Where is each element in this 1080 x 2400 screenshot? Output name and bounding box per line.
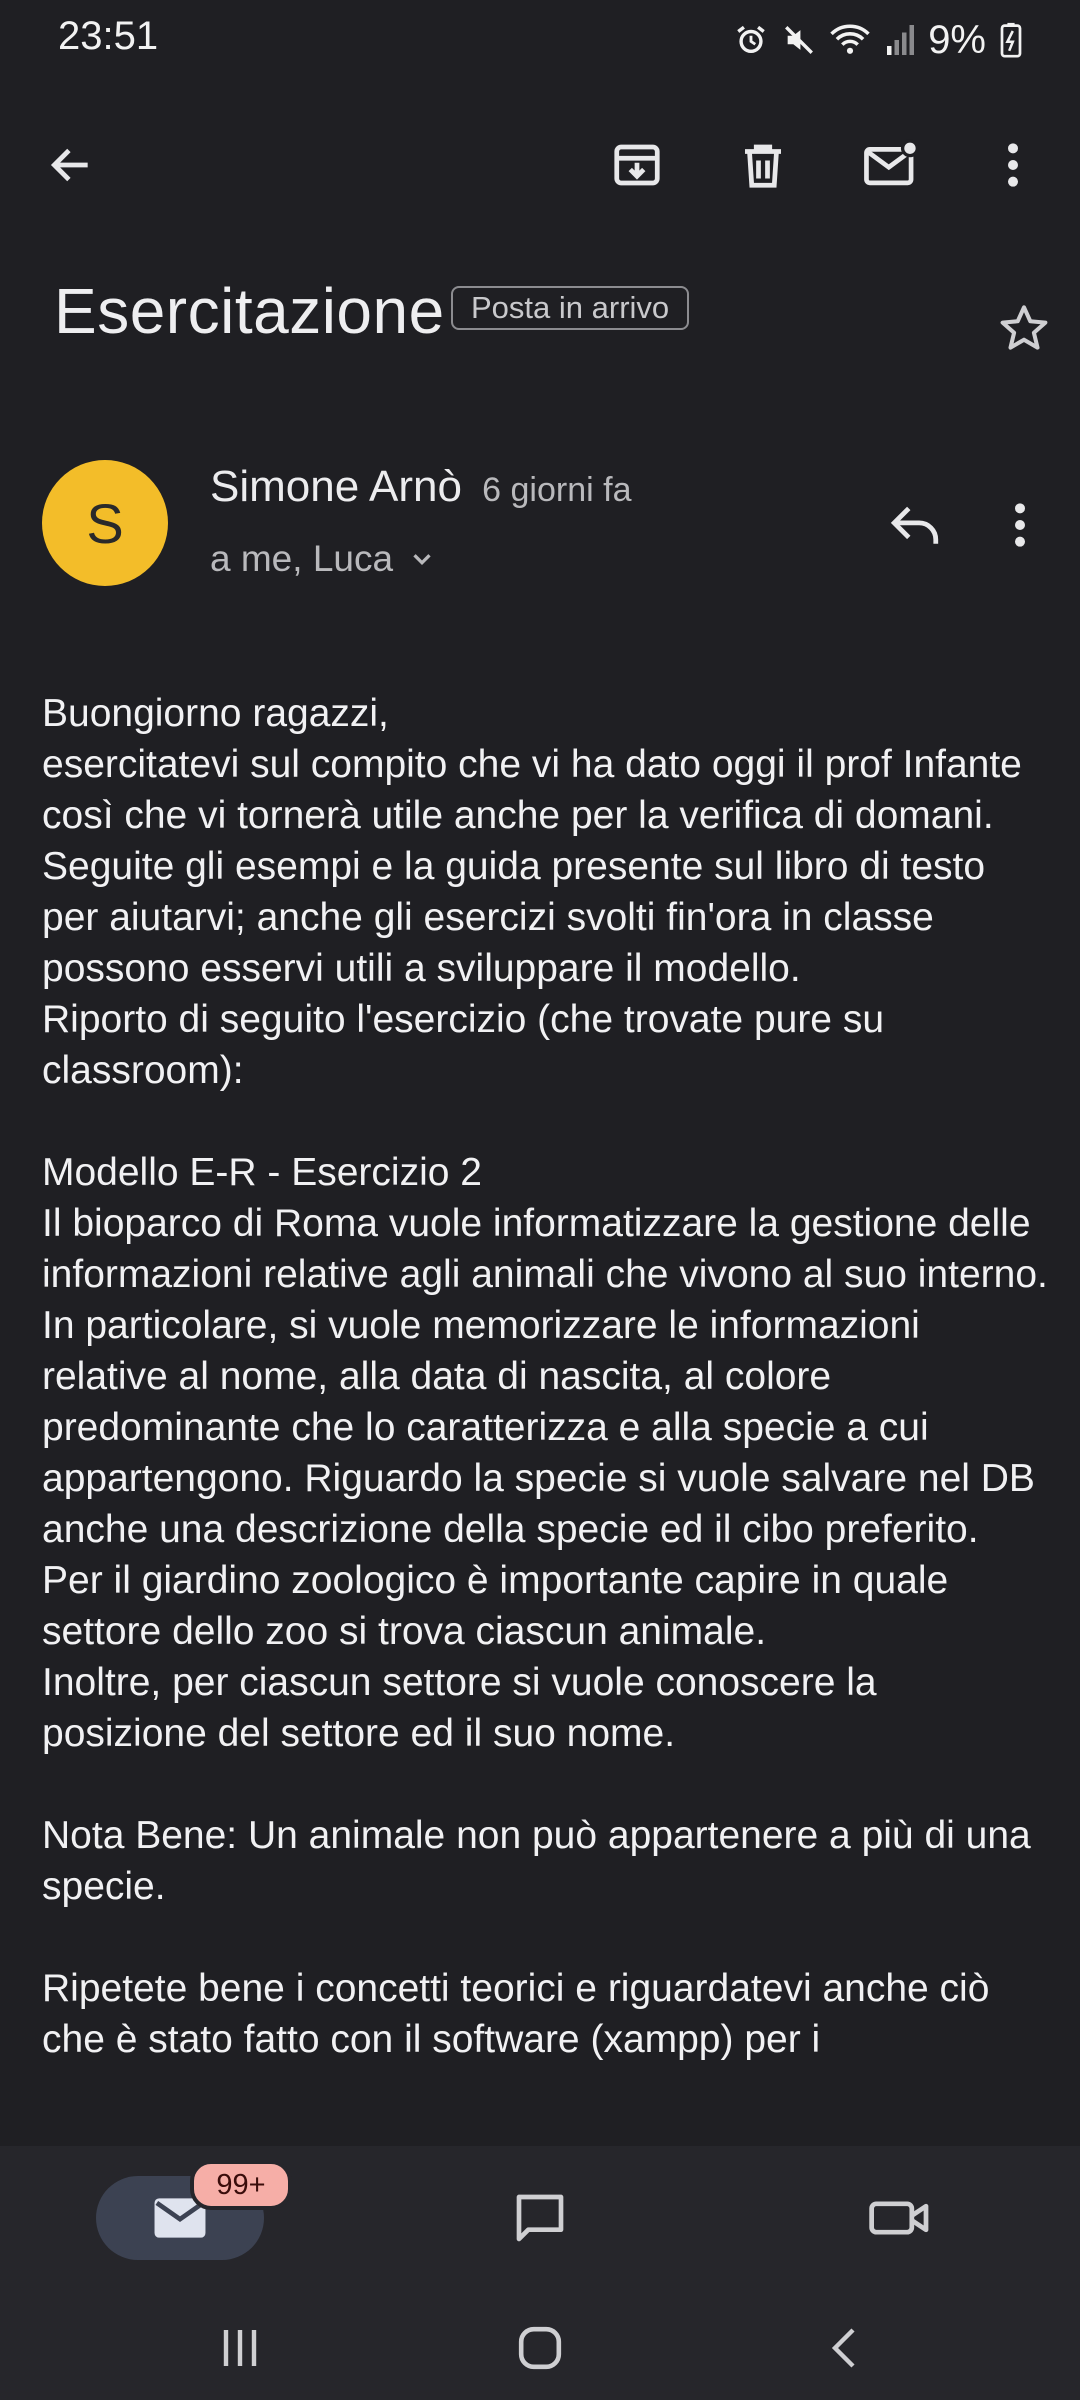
recipients-toggle[interactable]: a me, Luca	[210, 538, 437, 580]
sender-info: Simone Arnò 6 giorni fa	[210, 462, 632, 512]
recents-button[interactable]	[200, 2318, 280, 2378]
email-subject: Esercitazione	[54, 275, 445, 347]
battery-level: 9%	[928, 17, 986, 62]
body-paragraph: Seguite gli esempi e la guida presente s…	[42, 845, 986, 990]
mark-unread-button[interactable]	[846, 120, 936, 210]
archive-button[interactable]	[592, 120, 682, 210]
reply-icon	[890, 506, 939, 544]
home-icon	[518, 2326, 562, 2370]
body-paragraph: Il bioparco di Roma vuole informatizzare…	[42, 1202, 1048, 1551]
mute-icon	[782, 23, 816, 57]
star-button[interactable]	[984, 288, 1064, 368]
nav-mail-tab[interactable]: 99+	[96, 2160, 292, 2260]
unread-badge: 99+	[190, 2160, 292, 2210]
body-paragraph: Riporto di seguito l'esercizio (che trov…	[42, 998, 885, 1092]
status-icons: 9%	[734, 14, 1022, 66]
back-button[interactable]	[26, 120, 116, 210]
body-paragraph: Ripetete bene i concetti teorici e rigua…	[42, 1967, 990, 2061]
wifi-icon	[830, 23, 870, 57]
recents-icon	[223, 2330, 257, 2366]
body-paragraph: esercitatevi sul compito che vi ha dato …	[42, 743, 1022, 837]
sender-header: S Simone Arnò 6 giorni fa a me, Luca	[0, 450, 1080, 600]
body-paragraph: Buongiorno ragazzi,	[42, 692, 389, 735]
battery-icon	[1000, 22, 1022, 58]
body-paragraph: Nota Bene: Un animale non può appartener…	[42, 1814, 1031, 1908]
back-icon	[831, 2328, 855, 2368]
more-options-button[interactable]	[968, 120, 1058, 210]
chevron-down-icon	[413, 554, 431, 566]
status-time: 23:51	[58, 14, 159, 58]
bottom-navigation: 99+	[0, 2146, 1080, 2400]
delete-icon	[745, 144, 781, 188]
mark-unread-icon	[864, 139, 919, 186]
status-bar: 23:51 9%	[0, 0, 1080, 80]
body-paragraph: Modello E-R - Esercizio 2	[42, 1151, 482, 1194]
alarm-icon	[734, 23, 768, 57]
email-toolbar	[0, 100, 1080, 230]
email-body: Buongiorno ragazzi, esercitatevi sul com…	[42, 688, 1052, 2065]
signal-icon	[884, 23, 915, 57]
body-paragraph: Per il giardino zoologico è importante c…	[42, 1559, 949, 1653]
archive-icon	[614, 144, 660, 186]
back-arrow-icon	[50, 148, 88, 182]
subject-row: Esercitazione Posta in arrivo	[54, 268, 1048, 378]
reply-button[interactable]	[870, 480, 960, 570]
meet-icon	[869, 2201, 929, 2235]
inbox-label-chip[interactable]: Posta in arrivo	[451, 286, 690, 330]
system-back-button[interactable]	[805, 2318, 885, 2378]
chat-icon	[516, 2194, 564, 2242]
message-more-button[interactable]	[980, 480, 1060, 570]
nav-chat-tab[interactable]	[490, 2176, 590, 2260]
delete-button[interactable]	[718, 120, 808, 210]
nav-meet-tab[interactable]	[850, 2176, 950, 2260]
more-vert-icon	[1015, 503, 1025, 547]
body-paragraph: Inoltre, per ciascun settore si vuole co…	[42, 1661, 877, 1755]
avatar[interactable]: S	[42, 460, 168, 586]
sent-time: 6 giorni fa	[482, 471, 632, 509]
more-vert-icon	[1008, 143, 1018, 187]
home-button[interactable]	[500, 2318, 580, 2378]
recipients-text: a me, Luca	[210, 538, 394, 579]
star-icon	[1000, 305, 1048, 350]
sender-name: Simone Arnò	[210, 462, 462, 511]
